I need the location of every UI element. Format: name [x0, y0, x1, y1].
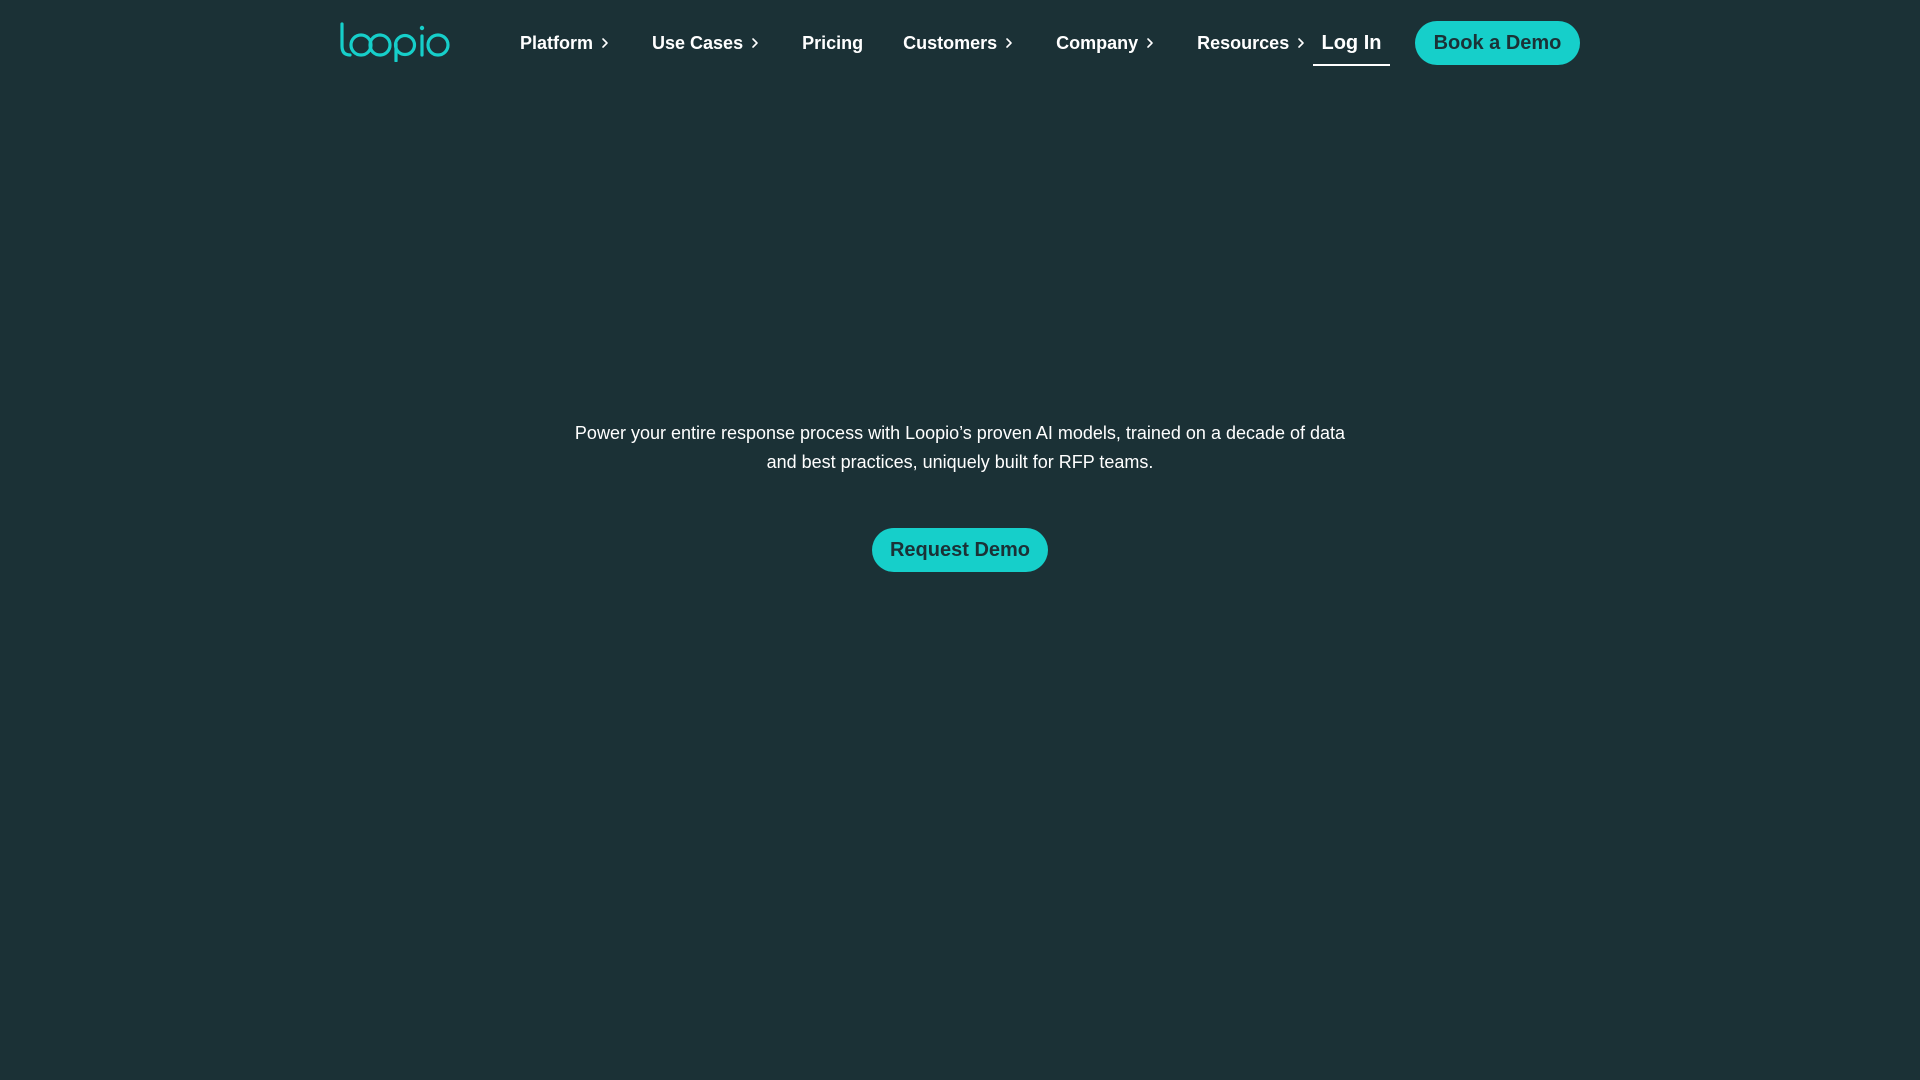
nav-item-label: Pricing	[802, 32, 864, 53]
nav-item-company[interactable]: Company	[1056, 22, 1155, 64]
nav-item-platform[interactable]: Platform	[520, 22, 610, 64]
chevron-right-icon	[1006, 38, 1012, 48]
chevron-right-icon	[1298, 38, 1305, 48]
nav-item-label: Customers	[903, 32, 998, 53]
nav-item-resources[interactable]: Resources	[1197, 22, 1306, 64]
nav-item-label: Company	[1056, 32, 1139, 53]
chevron-right-icon	[1147, 38, 1153, 48]
login-link[interactable]: Log In	[1313, 22, 1390, 66]
page: Platform Use Cases Pricing Customers Com…	[0, 0, 1920, 1080]
nav-item-label: Resources	[1197, 32, 1290, 53]
hero-description-line-1: Power your entire response process with …	[574, 423, 1346, 443]
nav-item-label: Platform	[520, 32, 594, 53]
hero-description-line-2: and best practices, uniquely built for R…	[766, 452, 1154, 472]
main-nav: Platform Use Cases Pricing Customers Com…	[520, 22, 1306, 64]
hero-description: Power your entire response process with …	[500, 419, 1420, 477]
loopio-logo[interactable]	[339, 22, 451, 62]
chevron-right-icon	[752, 38, 758, 48]
nav-item-customers[interactable]: Customers	[903, 22, 1014, 64]
nav-item-pricing[interactable]: Pricing	[802, 22, 863, 64]
loopio-logo-icon	[340, 22, 450, 62]
book-demo-button[interactable]: Book a Demo	[1415, 21, 1580, 65]
nav-item-label: Use Cases	[652, 32, 744, 53]
request-demo-button[interactable]: Request Demo	[872, 528, 1048, 572]
nav-item-use-cases[interactable]: Use Cases	[652, 22, 760, 64]
site-header: Platform Use Cases Pricing Customers Com…	[0, 0, 1920, 86]
chevron-right-icon	[602, 38, 608, 48]
